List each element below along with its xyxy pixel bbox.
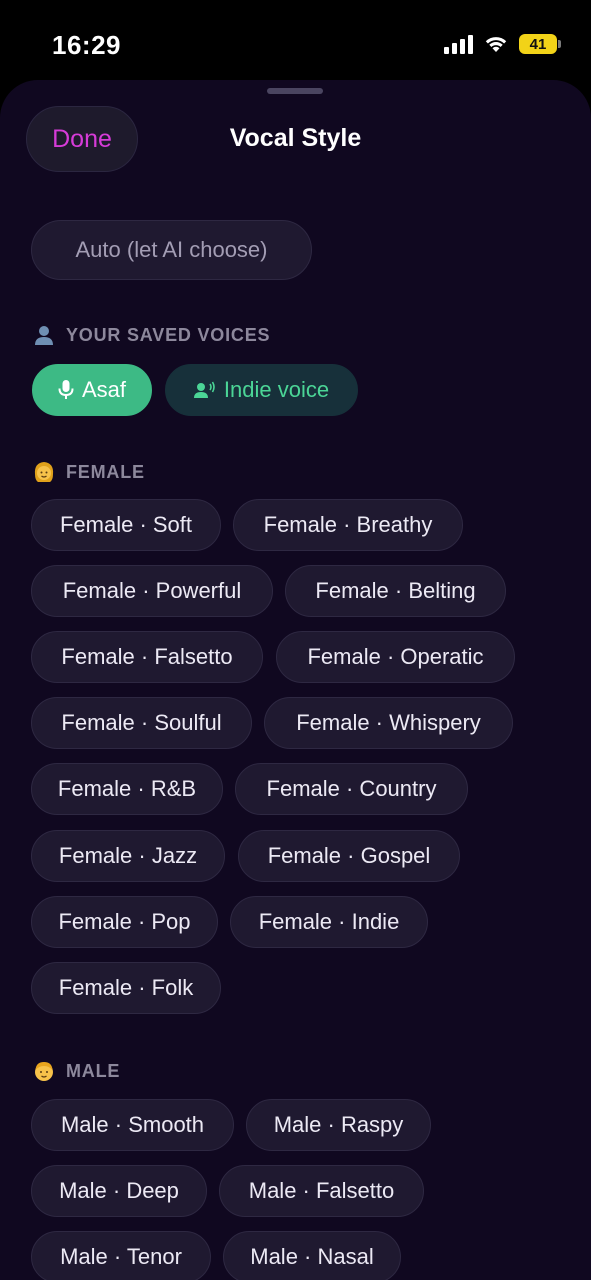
cellular-signal-icon — [444, 34, 473, 54]
female-heading: FEMALE — [32, 460, 145, 484]
style-chip[interactable]: Female · Whispery — [264, 697, 513, 749]
style-chip[interactable]: Female · Folk — [31, 962, 221, 1014]
female-label: FEMALE — [66, 461, 145, 482]
man-emoji-icon — [32, 1059, 56, 1083]
battery-icon: 41 — [519, 34, 561, 54]
style-chip[interactable]: Male · Falsetto — [219, 1165, 424, 1217]
sheet-grabber[interactable] — [267, 88, 323, 94]
saved-voice-label: Asaf — [81, 377, 127, 402]
style-chip[interactable]: Male · Nasal — [223, 1231, 401, 1280]
person-icon — [32, 323, 56, 347]
style-chip[interactable]: Female · Powerful — [31, 565, 273, 617]
woman-emoji-icon — [32, 460, 56, 484]
status-bar: 16:29 41 — [0, 0, 591, 80]
page-title: Vocal Style — [229, 124, 362, 152]
saved-voice-asaf[interactable]: Asaf — [32, 364, 152, 416]
style-chip[interactable]: Female · Country — [235, 763, 468, 815]
male-label: MALE — [66, 1060, 121, 1081]
style-chip[interactable]: Male · Tenor — [31, 1231, 211, 1280]
style-chip[interactable]: Female · Jazz — [31, 830, 225, 882]
mic-icon — [58, 379, 74, 401]
wifi-icon — [485, 37, 507, 52]
male-heading: MALE — [32, 1059, 120, 1083]
speaking-person-icon — [193, 381, 216, 399]
style-chip[interactable]: Male · Raspy — [246, 1099, 431, 1151]
style-chip[interactable]: Female · Falsetto — [31, 631, 263, 683]
battery-level: 41 — [529, 35, 547, 53]
auto-option-button[interactable]: Auto (let AI choose) — [31, 220, 312, 280]
style-chip[interactable]: Female · Soulful — [31, 697, 252, 749]
style-chip[interactable]: Female · Breathy — [233, 499, 463, 551]
style-chip[interactable]: Female · R&B — [31, 763, 223, 815]
saved-voices-heading: YOUR SAVED VOICES — [32, 323, 270, 347]
style-chip[interactable]: Male · Smooth — [31, 1099, 234, 1151]
style-chip[interactable]: Female · Belting — [285, 565, 506, 617]
saved-voice-label: Indie voice — [223, 377, 330, 402]
style-chip[interactable]: Female · Gospel — [238, 830, 460, 882]
style-chip[interactable]: Male · Deep — [31, 1165, 207, 1217]
status-time: 16:29 — [52, 30, 121, 60]
saved-voice-indie[interactable]: Indie voice — [165, 364, 358, 416]
vocal-style-sheet: Done Vocal Style Auto (let AI choose) YO… — [0, 80, 591, 1280]
status-icons: 41 — [444, 34, 561, 54]
saved-voices-label: YOUR SAVED VOICES — [66, 324, 271, 345]
style-chip[interactable]: Female · Operatic — [276, 631, 515, 683]
style-chip[interactable]: Female · Indie — [230, 896, 428, 948]
style-chip[interactable]: Female · Pop — [31, 896, 218, 948]
style-chip[interactable]: Female · Soft — [31, 499, 221, 551]
